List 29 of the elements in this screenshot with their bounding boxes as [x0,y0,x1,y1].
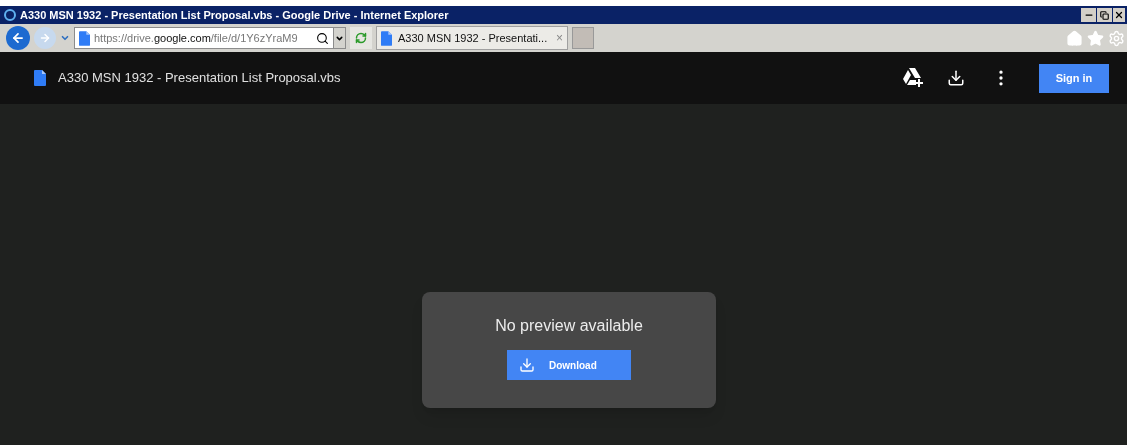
document-icon [381,30,392,46]
browser-logo-icon [4,9,16,21]
back-arrow-icon [11,31,25,45]
restore-button[interactable] [1097,8,1112,22]
url-text: https://drive.google.com/file/d/1Y6zYraM9 [94,30,298,46]
refresh-button[interactable] [350,27,372,49]
tab-close-button[interactable]: × [556,29,563,47]
sign-in-button[interactable]: Sign in [1039,63,1109,93]
download-icon [519,357,535,373]
browser-tab[interactable]: A330 MSN 1932 - Presentati... × [376,26,568,50]
address-field[interactable]: https://drive.google.com/file/d/1Y6zYraM9 [74,27,346,49]
forward-arrow-icon [39,32,51,44]
add-to-drive-icon[interactable] [903,68,925,88]
search-icon[interactable] [316,31,329,45]
close-button[interactable] [1113,8,1125,22]
download-button[interactable]: Download [507,350,631,380]
file-name: A330 MSN 1932 - Presentation List Proposal.vbs [58,69,341,88]
dropdown-icon[interactable] [333,28,345,48]
dialog-message: No preview available [495,316,643,336]
restore-icon [1100,10,1109,20]
close-icon [1114,10,1124,20]
document-icon [79,30,90,46]
refresh-icon [355,32,367,44]
window-title: A330 MSN 1932 - Presentation List Proposal.vbs - Google Drive - Internet Explorer [20,7,449,23]
download-icon[interactable] [947,69,965,87]
minimize-button[interactable] [1081,8,1096,22]
back-button[interactable] [6,26,30,50]
document-icon [34,70,46,86]
tab-title: A330 MSN 1932 - Presentati... [398,30,548,46]
